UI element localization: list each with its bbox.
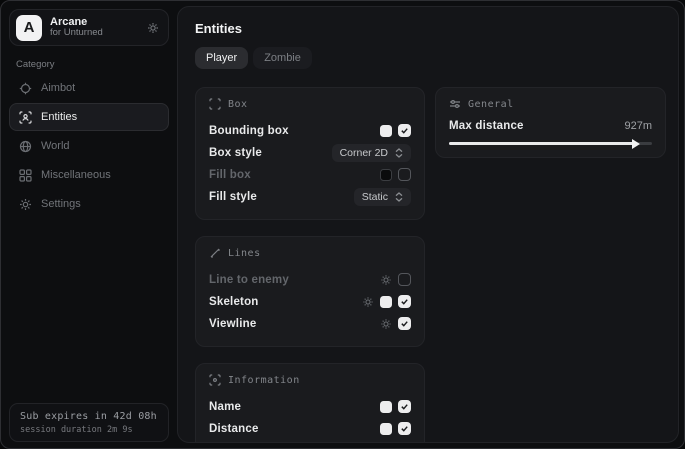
row-gear-icon[interactable] (380, 318, 392, 330)
box-style-select[interactable]: Corner 2D (332, 144, 411, 162)
tab-zombie[interactable]: Zombie (253, 47, 312, 69)
brand-settings-icon[interactable] (147, 22, 159, 34)
general-card-header: General (449, 98, 652, 110)
box-card-title: Box (228, 99, 248, 110)
information-card: Information Name Distance (195, 363, 425, 443)
content-area: Box Bounding box Box style (195, 87, 666, 443)
max-distance-value: 927m (624, 120, 652, 132)
entities-icon (19, 111, 32, 124)
setting-label: Viewline (209, 318, 256, 330)
globe-icon (19, 140, 32, 153)
grid-icon (19, 169, 32, 182)
color-swatch[interactable] (380, 125, 392, 137)
setting-row-fill-box: Fill box (209, 164, 411, 185)
setting-label: Distance (209, 423, 259, 435)
sidebar-item-label: World (41, 140, 70, 152)
sidebar-item-world[interactable]: World (9, 132, 169, 160)
setting-label: Fill box (209, 169, 251, 181)
sidebar-item-label: Entities (41, 111, 77, 123)
setting-row-fill-style: Fill style Static (209, 186, 411, 207)
information-card-header: Information (209, 374, 411, 386)
sliders-icon (449, 98, 461, 110)
box-card-header: Box (209, 98, 411, 110)
row-gear-icon[interactable] (362, 296, 374, 308)
checkbox-checked[interactable] (398, 295, 411, 308)
category-label: Category (16, 59, 169, 70)
sidebar-item-label: Settings (41, 198, 81, 210)
setting-row-name: Name (209, 396, 411, 417)
color-swatch[interactable] (380, 401, 392, 413)
left-column: Box Bounding box Box style (195, 87, 425, 443)
setting-label: Line to enemy (209, 274, 289, 286)
setting-label: Name (209, 401, 241, 413)
setting-row-bounding-box: Bounding box (209, 120, 411, 141)
setting-row-max-distance: Max distance 927m (449, 120, 652, 132)
box-frame-icon (209, 98, 221, 110)
app-subtitle: for Unturned (50, 28, 139, 39)
sidebar-item-settings[interactable]: Settings (9, 190, 169, 218)
diagonal-line-icon (209, 247, 221, 259)
main-panel: Entities Player Zombie Box (177, 6, 679, 443)
setting-row-line-to-enemy: Line to enemy (209, 269, 411, 290)
color-swatch[interactable] (380, 169, 392, 181)
right-column: General Max distance 927m (435, 87, 666, 158)
crosshair-icon (19, 82, 32, 95)
setting-row-box-style: Box style Corner 2D (209, 142, 411, 163)
sidebar: A Arcane for Unturned Category Aimbot (1, 1, 177, 448)
page-title: Entities (195, 21, 666, 36)
slider-fill (449, 142, 637, 145)
information-card-title: Information (228, 375, 300, 386)
sidebar-item-miscellaneous[interactable]: Miscellaneous (9, 161, 169, 189)
color-swatch[interactable] (380, 423, 392, 435)
setting-row-distance: Distance (209, 418, 411, 439)
sidebar-item-aimbot[interactable]: Aimbot (9, 74, 169, 102)
brand-card: A Arcane for Unturned (9, 9, 169, 46)
lines-card-header: Lines (209, 247, 411, 259)
setting-row-skeleton: Skeleton (209, 291, 411, 312)
app-logo: A (16, 15, 42, 41)
session-duration-text: session duration 2m 9s (20, 425, 158, 435)
checkbox-checked[interactable] (398, 400, 411, 413)
fill-style-select-value: Static (362, 191, 388, 203)
sub-expiry-text: Sub expires in 42d 08h (20, 411, 158, 422)
setting-row-viewline: Viewline (209, 313, 411, 334)
setting-label: Bounding box (209, 125, 289, 137)
unfold-icon (395, 148, 403, 158)
setting-label: Max distance (449, 120, 524, 132)
lines-card: Lines Line to enemy (195, 236, 425, 347)
slider-thumb[interactable] (632, 139, 640, 149)
checkbox-unchecked[interactable] (398, 168, 411, 181)
setting-label: Box style (209, 147, 262, 159)
general-card-title: General (468, 99, 514, 110)
fill-style-select[interactable]: Static (354, 188, 411, 206)
sidebar-item-label: Aimbot (41, 82, 75, 94)
box-style-select-value: Corner 2D (340, 147, 388, 159)
sidebar-item-entities[interactable]: Entities (9, 103, 169, 131)
checkbox-unchecked[interactable] (398, 273, 411, 286)
sidebar-item-label: Miscellaneous (41, 169, 111, 181)
info-scan-icon (209, 374, 221, 386)
max-distance-slider[interactable] (449, 142, 652, 145)
setting-label: Skeleton (209, 296, 259, 308)
checkbox-checked[interactable] (398, 124, 411, 137)
setting-label: Fill style (209, 191, 257, 203)
gear-icon (19, 198, 32, 211)
general-card: General Max distance 927m (435, 87, 666, 158)
lines-card-title: Lines (228, 248, 261, 259)
unfold-icon (395, 192, 403, 202)
box-card: Box Bounding box Box style (195, 87, 425, 220)
checkbox-checked[interactable] (398, 422, 411, 435)
app-window: A Arcane for Unturned Category Aimbot (0, 0, 685, 449)
row-gear-icon[interactable] (380, 274, 392, 286)
subscription-info-card: Sub expires in 42d 08h session duration … (9, 403, 169, 442)
tab-group: Player Zombie (195, 47, 666, 69)
tab-player[interactable]: Player (195, 47, 248, 69)
color-swatch[interactable] (380, 296, 392, 308)
brand-text: Arcane for Unturned (50, 16, 139, 40)
checkbox-checked[interactable] (398, 317, 411, 330)
